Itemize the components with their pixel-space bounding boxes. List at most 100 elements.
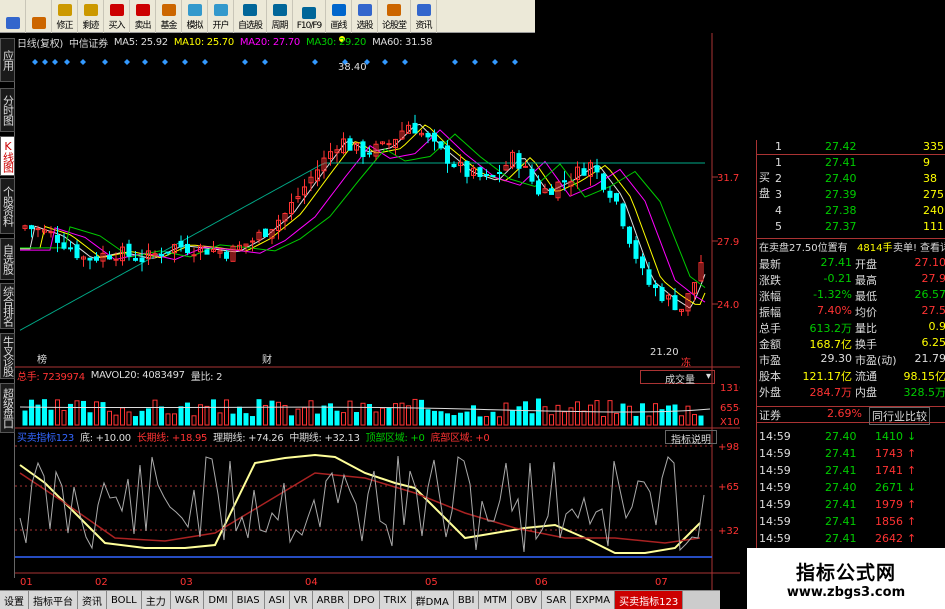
- trade-price: 27.40: [825, 481, 857, 494]
- sell-notice-text: 在卖盘27.50位置有: [759, 243, 848, 254]
- volume-tick: 6554: [720, 403, 740, 414]
- indicator-help-button[interactable]: 指标说明: [665, 430, 717, 446]
- toolbar-button-8[interactable]: 开户: [208, 0, 234, 33]
- quote-value: -0.21: [823, 272, 852, 285]
- indicator-tab-8[interactable]: ASI: [264, 591, 290, 609]
- candle-body: [484, 173, 489, 176]
- volume-bar: [321, 405, 327, 426]
- indicator-tab-19[interactable]: 买卖指标123: [615, 591, 684, 609]
- left-tab-6[interactable]: 牛叉诊股: [0, 333, 15, 379]
- toolbar-button-5[interactable]: 卖出: [130, 0, 156, 33]
- volume-bar: [510, 410, 515, 426]
- toolbar-button-3[interactable]: 剩迹: [78, 0, 104, 33]
- toolbar-button-11[interactable]: F10/F9: [293, 0, 326, 33]
- indicator-tab-0[interactable]: 设置: [0, 591, 29, 609]
- order-price: 27.39: [825, 188, 857, 201]
- quote-value: 26.57: [914, 288, 945, 301]
- order-book-row: 5 27.37 111: [757, 220, 945, 235]
- candle-body: [55, 234, 60, 243]
- indicator-tab-11[interactable]: DPO: [349, 591, 380, 609]
- indicator-tab-4[interactable]: 主力: [141, 591, 171, 609]
- toolbar-button-10[interactable]: 周期: [267, 0, 293, 33]
- candle-body: [562, 180, 567, 183]
- ma30-label: MA30: 29.20: [306, 37, 367, 48]
- indicator-tab-15[interactable]: MTM: [479, 591, 512, 609]
- volume-bar: [464, 411, 470, 426]
- volume-indicator-dropdown[interactable]: 成交量 ▾: [640, 370, 715, 386]
- quote-row: 涨跌 -0.21 最高 27.9: [757, 272, 945, 287]
- indicator-tab-16[interactable]: OBV: [511, 591, 543, 609]
- candle-body: [29, 225, 34, 230]
- volume-bar: [354, 412, 359, 426]
- candle-body: [594, 165, 600, 173]
- x-axis-tick: 05: [425, 577, 438, 588]
- sell-notice-detail[interactable]: 查看详细: [920, 239, 945, 254]
- x-axis-tick: 03: [180, 577, 193, 588]
- quote-value: 27.10: [914, 256, 945, 269]
- down-arrow-icon: ↓: [907, 481, 917, 494]
- quote-key: 金额: [759, 338, 781, 351]
- volume-bar: [490, 411, 496, 426]
- volume-bar: [146, 408, 151, 426]
- period-label[interactable]: 日线(复权): [17, 35, 63, 50]
- trade-row: 14:59 27.41 1856 ↑: [757, 515, 945, 530]
- order-volume: 111: [923, 220, 944, 233]
- x-axis-tick: 07: [655, 577, 668, 588]
- news-icon: [416, 4, 431, 16]
- indicator-tab-5[interactable]: W&R: [170, 591, 205, 609]
- indicator-tab-17[interactable]: SAR: [542, 591, 572, 609]
- quote-row: 总手 613.2万 量比 0.9: [757, 320, 945, 335]
- candle-body: [263, 228, 268, 238]
- indicator-tab-7[interactable]: BIAS: [232, 591, 265, 609]
- toolbar-button-12[interactable]: 画线: [326, 0, 352, 33]
- indicator-tab-6[interactable]: DMI: [204, 591, 233, 609]
- indicator-tab-14[interactable]: BBI: [453, 591, 480, 609]
- toolbar-button-1[interactable]: [26, 0, 52, 33]
- candle-body: [107, 255, 112, 260]
- volume-bar: [698, 415, 704, 426]
- candle-body: [133, 257, 138, 261]
- sell-notice-button[interactable]: 卖单!: [893, 239, 917, 254]
- quote-key: 市盈(动): [855, 354, 897, 367]
- sell-notice[interactable]: 在卖盘27.50位置有 4814手 卖单! 查看详细: [757, 238, 945, 254]
- quote-key: 换手: [855, 338, 877, 351]
- sector-compare-button[interactable]: 同行业比较: [869, 407, 930, 425]
- indicator-tab-1[interactable]: 指标平台: [29, 591, 78, 609]
- indicator-tab-12[interactable]: TRIX: [379, 591, 412, 609]
- left-tab-1[interactable]: 分时图: [0, 88, 15, 132]
- toolbar-button-13[interactable]: 选股: [352, 0, 378, 33]
- toolbar-button-0[interactable]: [0, 0, 26, 33]
- left-tab-7[interactable]: 超级盘口: [0, 383, 15, 433]
- toolbar-button-4[interactable]: 买入: [104, 0, 130, 33]
- toolbar-button-14[interactable]: 论股堂: [378, 0, 411, 33]
- toolbar-button-15[interactable]: 资讯: [411, 0, 437, 33]
- candle-body: [633, 240, 639, 259]
- left-tab-0[interactable]: 应用: [0, 38, 15, 82]
- indicator-tab-2[interactable]: 资讯: [78, 591, 107, 609]
- toolbar-button-6[interactable]: 基金: [156, 0, 182, 33]
- toolbar-button-7[interactable]: 模拟: [182, 0, 208, 33]
- indicator-tab-18[interactable]: EXPMA: [571, 591, 616, 609]
- volume-bar: [29, 399, 34, 426]
- left-tab-5[interactable]: 综合排名: [0, 283, 15, 329]
- toolbar-label: 周期: [271, 21, 288, 31]
- toolbar-label: 买入: [108, 21, 125, 31]
- toolbar-button-9[interactable]: 自选股: [234, 0, 267, 33]
- indicator-tab-3[interactable]: BOLL: [107, 591, 142, 609]
- buy-side-label: 买盘: [759, 171, 770, 200]
- left-tab-4[interactable]: 自选股: [0, 238, 15, 280]
- trading-window: { "toolbar": [ {"label":"","icon":"windo…: [0, 0, 945, 609]
- quote-value: 168.7亿: [809, 338, 853, 351]
- quote-key: 涨跌: [759, 274, 781, 287]
- candle-body: [620, 203, 626, 227]
- volume-tick: 13109: [720, 383, 740, 394]
- left-tab-2[interactable]: K线图: [0, 136, 15, 176]
- left-tab-3[interactable]: 个股资料: [0, 178, 15, 234]
- indicator-tab-13[interactable]: 群DMA: [411, 591, 454, 609]
- total-volume: 总手: 7239974: [17, 372, 85, 383]
- indicator-tab-9[interactable]: VR: [289, 591, 313, 609]
- toolbar-label: 卖出: [134, 21, 151, 31]
- indicator-tab-10[interactable]: ARBR: [312, 591, 350, 609]
- toolbar-button-2[interactable]: 修正: [52, 0, 78, 33]
- candle-body: [490, 175, 496, 178]
